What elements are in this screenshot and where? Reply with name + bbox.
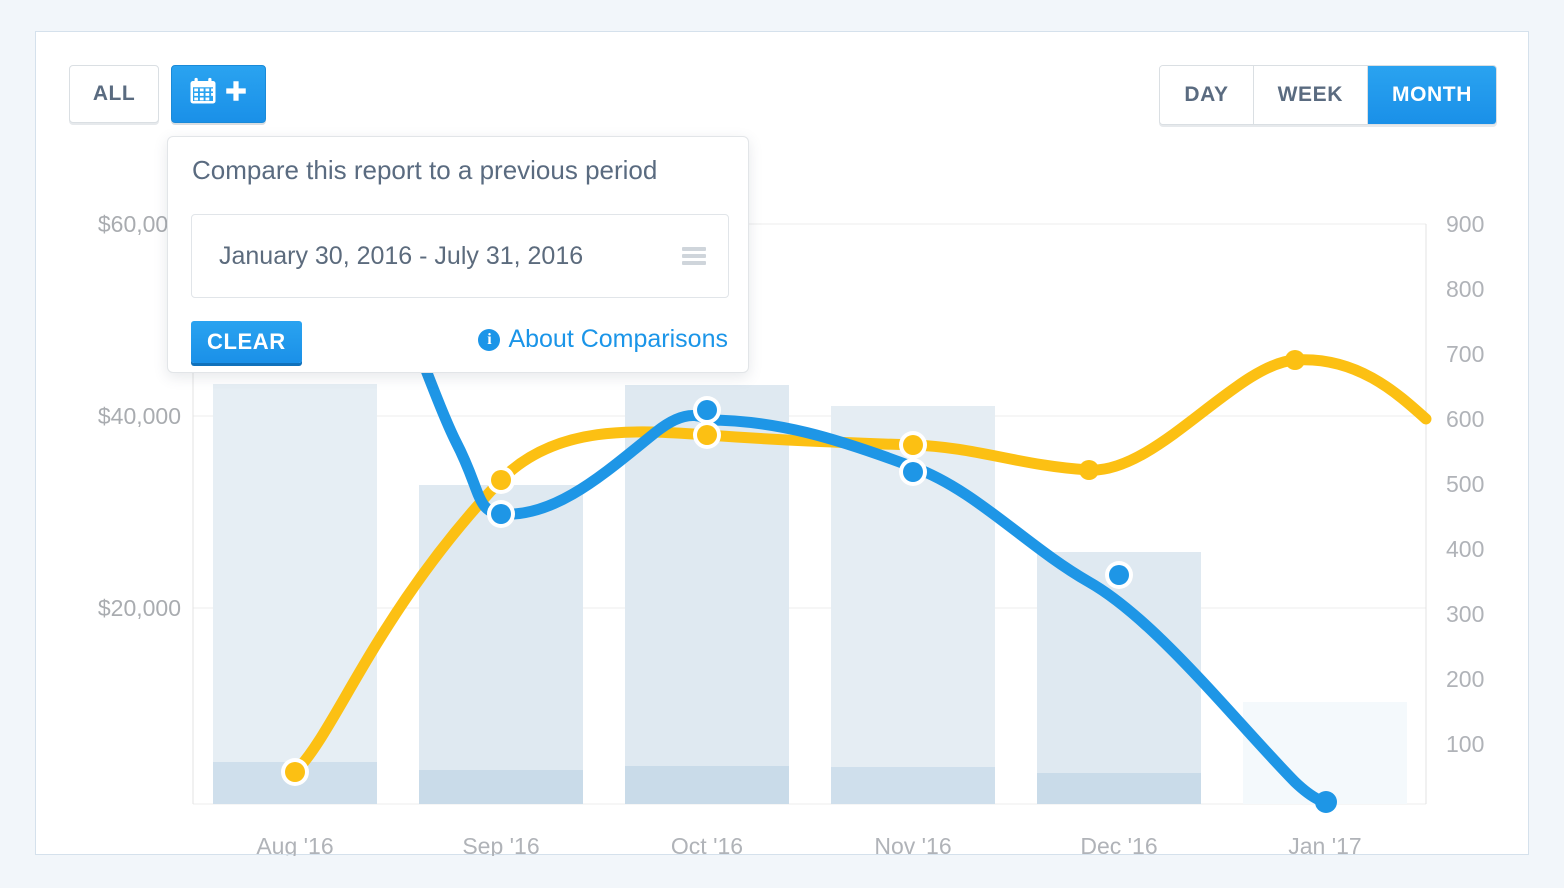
- chart-right-axis-labels: 900 800 700 600 500 400 300 200 100: [1446, 211, 1484, 757]
- x-tick-label: Nov '16: [874, 833, 951, 856]
- popup-title: Compare this report to a previous period: [192, 155, 657, 186]
- report-card: ALL: [35, 31, 1529, 855]
- x-tick-label: Aug '16: [256, 833, 333, 856]
- hamburger-icon[interactable]: [682, 247, 706, 265]
- comparison-popup: Compare this report to a previous period…: [167, 136, 749, 373]
- granularity-month-button[interactable]: MONTH: [1368, 66, 1496, 124]
- date-range-field[interactable]: January 30, 2016 - July 31, 2016: [191, 214, 729, 298]
- chart-x-axis-labels: Aug '16 Sep '16 Oct '16 Nov '16 Dec '16 …: [256, 833, 1361, 856]
- chart-bars: [213, 384, 1407, 804]
- right-tick-label: 500: [1446, 471, 1484, 497]
- right-tick-label: 600: [1446, 406, 1484, 432]
- left-tick-label: $20,000: [98, 595, 181, 621]
- right-tick-label: 900: [1446, 211, 1484, 237]
- clear-button[interactable]: CLEAR: [191, 321, 302, 363]
- x-tick-label: Jan '17: [1288, 833, 1361, 856]
- about-comparisons-label: About Comparisons: [508, 325, 728, 354]
- all-button[interactable]: ALL: [69, 65, 159, 123]
- granularity-day-button[interactable]: DAY: [1160, 66, 1253, 124]
- granularity-week-button[interactable]: WEEK: [1254, 66, 1368, 124]
- right-tick-label: 800: [1446, 276, 1484, 302]
- about-comparisons-link[interactable]: i About Comparisons: [478, 325, 728, 354]
- date-range-value: January 30, 2016 - July 31, 2016: [219, 242, 583, 271]
- left-button-group: ALL: [69, 65, 266, 123]
- right-tick-label: 400: [1446, 536, 1484, 562]
- add-comparison-button[interactable]: [171, 65, 266, 123]
- right-tick-label: 100: [1446, 731, 1484, 757]
- left-tick-label: $40,000: [98, 403, 181, 429]
- right-tick-label: 300: [1446, 601, 1484, 627]
- right-tick-label: 200: [1446, 666, 1484, 692]
- info-icon: i: [478, 329, 500, 351]
- x-tick-label: Oct '16: [671, 833, 743, 856]
- granularity-toggle-group: DAY WEEK MONTH: [1159, 65, 1497, 125]
- right-tick-label: 700: [1446, 341, 1484, 367]
- x-tick-label: Sep '16: [462, 833, 539, 856]
- chart-toolbar: ALL: [36, 32, 1528, 142]
- x-tick-label: Dec '16: [1080, 833, 1157, 856]
- calendar-icon: [188, 76, 218, 112]
- plus-icon: [223, 78, 249, 110]
